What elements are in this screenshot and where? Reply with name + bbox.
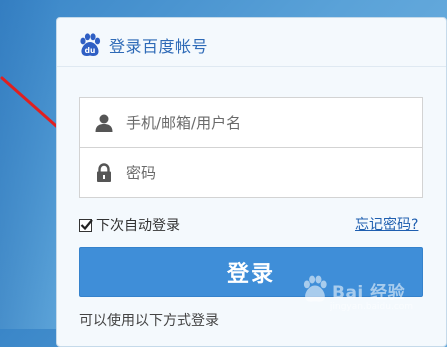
watermark-text: Bai 经验 (332, 283, 406, 303)
svg-text:du: du (85, 46, 96, 55)
password-input[interactable] (126, 163, 406, 182)
remember-me[interactable]: 下次自动登录 (79, 215, 180, 235)
watermark: Bai 经验 jingyan.baidu.com (300, 272, 440, 322)
username-field[interactable] (79, 97, 423, 148)
header-divider (57, 66, 446, 67)
user-icon (95, 114, 113, 132)
lock-icon (97, 162, 111, 182)
remember-checkbox[interactable] (79, 218, 93, 232)
baidu-paw-icon: du (80, 33, 101, 56)
login-title: 登录百度帐号 (109, 37, 209, 56)
alternative-login-text: 可以使用以下方式登录 (79, 313, 219, 329)
username-input[interactable] (126, 113, 406, 132)
watermark-subtext: jingyan.baidu.com (330, 302, 414, 312)
remember-label: 下次自动登录 (96, 218, 180, 234)
password-field[interactable] (79, 147, 423, 198)
forgot-password-link[interactable]: 忘记密码? (355, 214, 418, 234)
login-header: du 登录百度帐号 (77, 32, 208, 58)
checkmark-icon (80, 218, 93, 230)
watermark-paw-icon (303, 275, 327, 302)
